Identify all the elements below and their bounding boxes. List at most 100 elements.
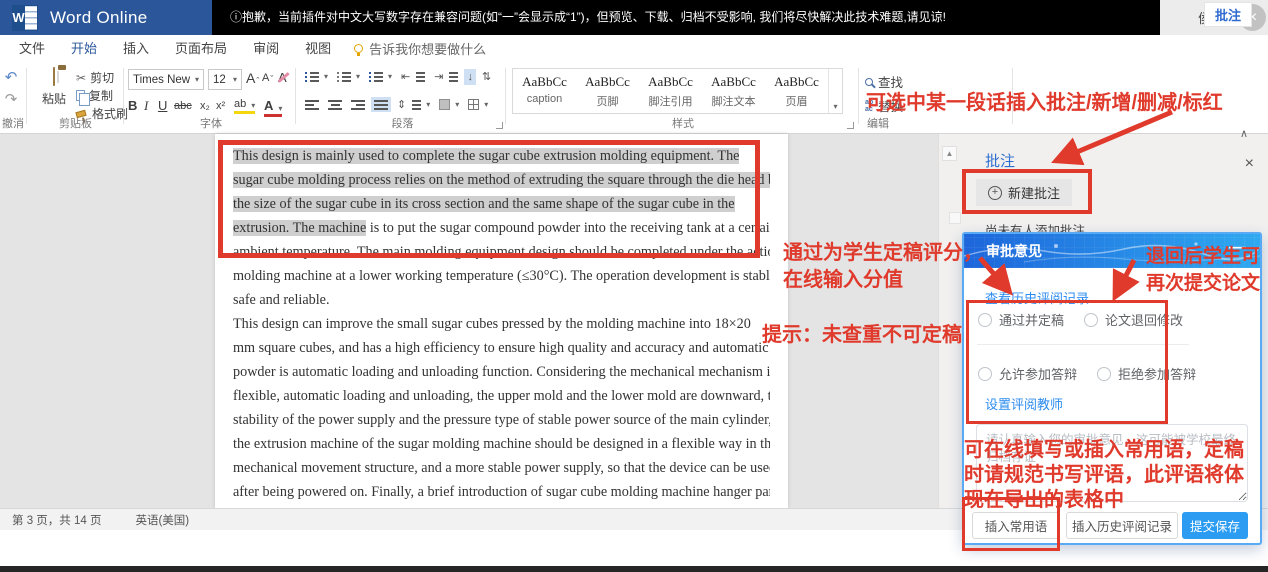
- decrease-indent-button[interactable]: ⇤: [398, 68, 428, 85]
- shrink-font-button[interactable]: Aˇ: [262, 72, 273, 84]
- font-name-select[interactable]: Times New Roman▾: [128, 69, 204, 90]
- comment-checkbox: [949, 212, 961, 224]
- document-line: molding machine at a lower working tempe…: [233, 264, 770, 288]
- chevron-down-icon: ▾: [195, 75, 199, 84]
- word-online-window: W Word Online ⓘ抱歉，当前插件对中文大写数字存在兼容问题(如“一”…: [0, 0, 1268, 572]
- underline-button[interactable]: U: [158, 98, 167, 113]
- undo-group: ↶ ↷ 撤消: [0, 62, 26, 134]
- editing-group-label: 编辑: [865, 115, 1010, 131]
- line-spacing-icon: ⇕: [397, 98, 406, 111]
- close-comments-icon[interactable]: ×: [1245, 156, 1254, 172]
- align-right-button[interactable]: [348, 97, 368, 112]
- copy-icon: [76, 90, 85, 101]
- comments-toggle-button[interactable]: 批注: [1204, 2, 1252, 27]
- scissors-icon: ✂: [76, 71, 86, 85]
- chevron-down-icon: ▾: [233, 75, 237, 84]
- justify-icon: [374, 99, 388, 110]
- document-text: This design is mainly used to complete t…: [233, 144, 770, 528]
- bold-button[interactable]: B: [128, 98, 137, 113]
- copy-button[interactable]: 复制: [76, 87, 113, 104]
- radio-return-revise[interactable]: 论文退回修改: [1084, 310, 1183, 329]
- cut-button[interactable]: ✂ 剪切: [76, 69, 114, 86]
- menu-tab[interactable]: 审阅: [240, 35, 292, 62]
- selected-text: extrusion. The machine: [233, 220, 366, 236]
- editing-group: 查找 abac 替换 编辑: [865, 62, 1010, 134]
- approval-panel: 审批意见 — 查看历史评阅记录 通过并定稿 论文退回修改 允许参加答辩 拒绝参加…: [962, 232, 1262, 545]
- style-name: caption: [513, 93, 576, 105]
- find-button[interactable]: 查找: [865, 72, 903, 91]
- document-line: mm square cubes, and has a high efficien…: [233, 336, 770, 360]
- insert-common-phrases-button[interactable]: 插入常用语: [972, 512, 1060, 539]
- menu-tab[interactable]: 插入: [110, 35, 162, 62]
- insert-history-records-button[interactable]: 插入历史评阅记录: [1066, 512, 1178, 539]
- radio-refuse-defense[interactable]: 拒绝参加答辩: [1097, 364, 1196, 383]
- line-spacing-button[interactable]: ⇕▾: [394, 96, 433, 113]
- increase-indent-icon: ⇥: [434, 70, 443, 83]
- increase-indent-button[interactable]: ⇥: [431, 68, 461, 85]
- numbered-list-button[interactable]: ▾: [334, 69, 363, 84]
- multilevel-list-button[interactable]: ▾: [366, 69, 395, 84]
- menu-tab[interactable]: 文件: [6, 35, 58, 62]
- italic-button[interactable]: I: [144, 98, 148, 114]
- radio-pass-finalize[interactable]: 通过并定稿: [978, 310, 1064, 329]
- borders-icon: [468, 99, 479, 110]
- shading-button[interactable]: ▾: [436, 97, 462, 112]
- plus-icon: +: [988, 186, 1002, 200]
- style-item[interactable]: AaBbCc 页眉: [765, 69, 828, 113]
- submit-save-button[interactable]: 提交保存: [1182, 512, 1248, 539]
- sort-button[interactable]: ⇅: [479, 68, 494, 85]
- grow-font-button[interactable]: Aˆ: [246, 70, 259, 86]
- radio-allow-defense[interactable]: 允许参加答辩: [978, 364, 1077, 383]
- font-group-label: 字体: [128, 115, 294, 131]
- collapse-ribbon-icon[interactable]: ∧: [1240, 127, 1248, 140]
- clipboard-group: 粘贴 ✂ 剪切 复制 格式刷 剪贴板: [28, 62, 123, 134]
- justify-button[interactable]: [371, 97, 391, 112]
- strikethrough-button[interactable]: abc: [174, 100, 192, 112]
- paragraph-dialog-launcher-icon[interactable]: [496, 122, 503, 129]
- document-line: ambient temperature. The main molding eq…: [233, 240, 770, 264]
- align-center-button[interactable]: [325, 97, 345, 112]
- asian-layout-icon: ↓: [467, 71, 473, 83]
- styles-group: AaBbCc caption AaBbCc 页脚 AaBbCc 脚注引用 AaB…: [510, 62, 856, 134]
- align-left-button[interactable]: [302, 97, 322, 112]
- menu-bar: 文件开始插入页面布局审阅视图 告诉我你想要做什么: [0, 35, 1268, 62]
- replace-button[interactable]: abac 替换: [865, 96, 903, 115]
- bullet-list-icon: [305, 71, 319, 82]
- style-item[interactable]: AaBbCc 页脚: [576, 69, 639, 113]
- redo-icon[interactable]: ↷: [0, 92, 22, 108]
- borders-button[interactable]: ▾: [465, 97, 491, 112]
- ribbon: ↶ ↷ 撤消 粘贴 ✂ 剪切 复制 格式刷 剪贴板: [0, 62, 1268, 134]
- tell-me[interactable]: 告诉我你想要做什么: [344, 39, 486, 58]
- style-item[interactable]: AaBbCc 脚注引用: [639, 69, 702, 113]
- menu-tab[interactable]: 视图: [292, 35, 344, 62]
- styles-more-button[interactable]: ▾: [828, 69, 842, 113]
- font-size-select[interactable]: 12▾: [208, 69, 242, 90]
- approval-comment-input[interactable]: [976, 424, 1248, 502]
- undo-icon[interactable]: ↶: [0, 70, 22, 86]
- styles-dialog-launcher-icon[interactable]: [847, 122, 854, 129]
- style-item[interactable]: AaBbCc 脚注文本: [702, 69, 765, 113]
- highlight-color-button[interactable]: ab▾: [234, 98, 255, 114]
- paragraph-group: ▾ ▾ ▾ ⇤ ⇥ ↓ ⇅ ⇕▾ ▾ ▾ 段落: [300, 62, 505, 134]
- menu-tab[interactable]: 页面布局: [162, 35, 240, 62]
- align-right-icon: [351, 99, 365, 110]
- language-indicator[interactable]: 英语(美国): [135, 512, 189, 528]
- paste-button[interactable]: 粘贴: [36, 68, 72, 122]
- scroll-up-icon[interactable]: ▲: [942, 146, 957, 161]
- approval-panel-header[interactable]: 审批意见 —: [964, 234, 1260, 268]
- clear-formatting-button[interactable]: A: [278, 70, 287, 85]
- subscript-button[interactable]: x₂: [200, 100, 210, 112]
- style-item[interactable]: AaBbCc caption: [513, 69, 576, 113]
- new-comment-button[interactable]: + 新建批注: [976, 179, 1072, 206]
- asian-layout-button[interactable]: ↓: [464, 69, 476, 85]
- document-page[interactable]: This design is mainly used to complete t…: [215, 134, 788, 508]
- superscript-button[interactable]: x²: [216, 100, 225, 112]
- set-reviewer-link[interactable]: 设置评阅教师: [985, 394, 1063, 413]
- document-line: after being powered on. Finally, a brief…: [233, 480, 770, 504]
- view-history-link[interactable]: 查看历史评阅记录: [985, 288, 1089, 307]
- menu-tab[interactable]: 开始: [58, 35, 110, 62]
- minimize-icon[interactable]: —: [1229, 238, 1246, 255]
- bullet-list-button[interactable]: ▾: [302, 69, 331, 84]
- decrease-indent-icon: ⇤: [401, 70, 410, 83]
- document-line: sugar cube molding process relies on the…: [233, 168, 770, 192]
